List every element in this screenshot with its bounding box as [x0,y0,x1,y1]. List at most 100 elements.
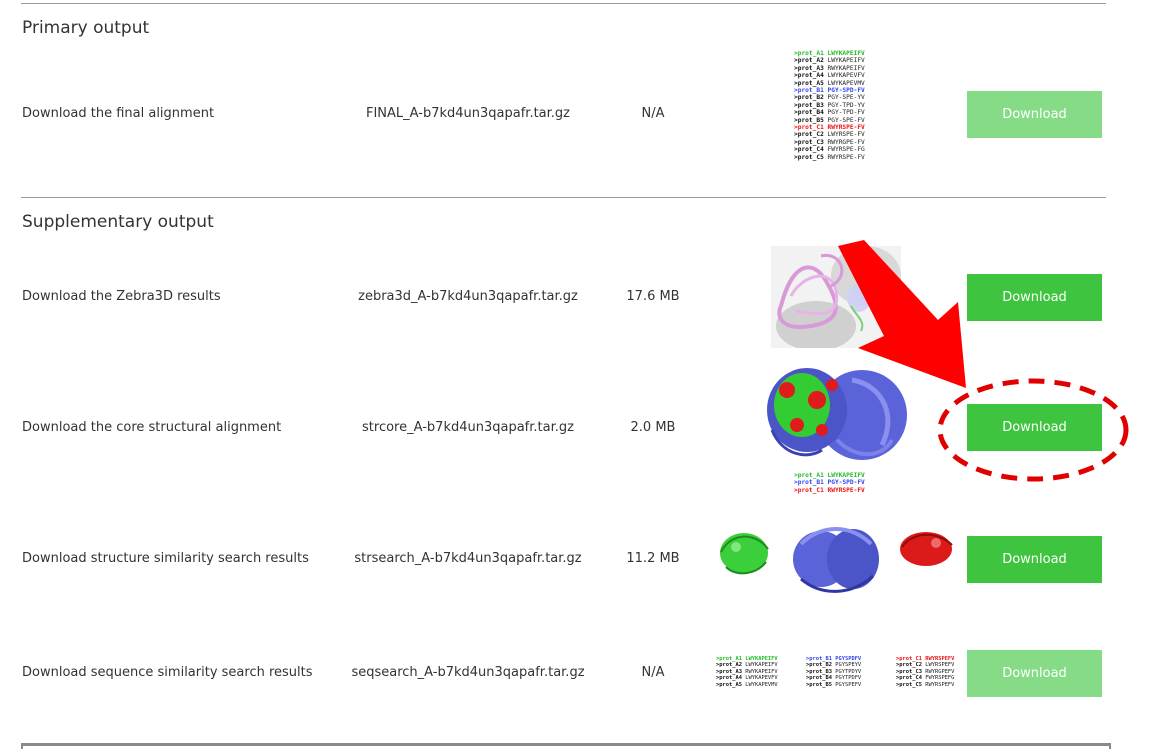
sequence-name: >prot_B1 [806,656,836,662]
sequence-text: PGY-TPD-YV [827,101,865,109]
sequence-text: RWYRGPEFV [925,668,955,675]
sequence-name: >prot_B2 [794,94,828,102]
seqsearch-alignment-line: >prot_A5 LWYKAPEVMV [716,682,778,688]
final-alignment-line: >prot_C2 LWYRSPE-FV [794,131,865,138]
seqsearch-alignment-c: >prot_C1 RWYRSPEFV >prot_C2 LWYRSPEFV >pro… [896,656,954,688]
sequence-text: PGYSPDFV [835,656,862,662]
sequence-text: PGY-SPD-FV [827,479,865,487]
strsearch-download-button[interactable]: Download [967,536,1102,583]
seqsearch-alignment-line: >prot_B5 PGYSPEFV [806,682,861,688]
sequence-text: LWYKAPEVMV [827,79,865,87]
seqsearch-download-button[interactable]: Download [967,650,1102,697]
final-alignment-size: N/A [641,106,665,121]
sequence-name: >prot_A4 [794,72,828,80]
sequence-text: LWYKAPEVFV [745,675,778,682]
sequence-text: PGY-SPE-YV [827,94,865,102]
strcore-alignment-line: >prot_A1 LWYKAPEIFV [794,472,865,479]
final-alignment-preview-image: >prot_A1 LWYKAPEIFV >prot_A2 LWYKAPEIFV >p… [794,50,865,161]
sequence-text: PGY-TPD-FV [827,109,865,117]
sequence-text: RWYRSPEFV [925,656,955,662]
final-alignment-label: Download the final alignment [22,106,215,121]
strsearch-filename: strsearch_A-b7kd4un3qapafr.tar.gz [354,551,582,566]
sequence-name: >prot_B5 [806,681,836,688]
sequence-text: LWYKAPEIFV [827,472,865,479]
final-alignment-filename: FINAL_A-b7kd4un3qapafr.tar.gz [365,106,570,121]
strcore-size: 2.0 MB [630,420,676,435]
sequence-text: LWYKAPEIFV [827,57,865,65]
sequence-name: >prot_C4 [794,146,828,154]
sequence-name: >prot_B4 [806,675,836,682]
final-alignment-line: >prot_C4 FWYRSPE-FG [794,146,865,153]
sequence-text: PGYSPEYV [835,662,862,669]
sequence-name: >prot_C3 [794,138,828,146]
seqsearch-alignment-a: >prot_A1 LWYKAPEIFV >prot_A2 LWYKAPEIFV >p… [716,656,778,688]
seqsearch-alignment-line: >prot_C5 RWYRSPEFV [896,682,954,688]
seqsearch-size: N/A [641,665,665,680]
seqsearch-label: Download sequence similarity search resu… [22,665,313,680]
strcore-filename: strcore_A-b7kd4un3qapafr.tar.gz [362,420,574,435]
strcore-label: Download the core structural alignment [22,420,282,435]
sequence-name: >prot_C2 [896,662,926,669]
sequence-name: >prot_B5 [794,116,828,124]
seqsearch-alignment-b: >prot_B1 PGYSPDFV >prot_B2 PGYSPEYV >prot_… [806,656,861,688]
sequence-name: >prot_C1 [896,656,926,662]
sequence-text: LWYKAPEVFV [827,72,865,80]
sequence-text: PGYTPDFV [835,675,862,682]
final-alignment-line: >prot_C1 RWYRSPE-FV [794,124,865,131]
strsearch-structure-blue-image [793,527,879,593]
sequence-text: RWYRSPE-FV [827,124,865,132]
sequence-text: RWYRGPE-FV [827,138,865,146]
final-alignment-download-button[interactable]: Download [967,91,1102,138]
sequence-name: >prot_B2 [806,662,836,669]
sequence-name: >prot_A1 [794,50,828,57]
dashed-ellipse-annotation [937,378,1129,482]
sequence-name: >prot_A5 [794,79,828,87]
seqsearch-filename: seqsearch_A-b7kd4un3qapafr.tar.gz [351,665,585,680]
zebra3d-size: 17.6 MB [626,289,680,304]
final-alignment-line: >prot_A2 LWYKAPEIFV [794,57,865,64]
sequence-text: PGY-SPD-FV [827,87,865,95]
final-alignment-line: >prot_A4 LWYKAPEVFV [794,72,865,79]
sequence-name: >prot_C5 [896,681,926,688]
sequence-name: >prot_B3 [806,668,836,675]
sequence-name: >prot_A4 [716,675,746,682]
final-alignment-line: >prot_B1 PGY-SPD-FV [794,87,865,94]
supplementary-section-title: Supplementary output [22,212,214,232]
sequence-text: RWYRSPE-FV [827,153,865,161]
strcore-alignment-line: >prot_C1 RWYRSPE-FV [794,487,865,494]
sequence-name: >prot_C2 [794,131,828,139]
strcore-alignment-preview: >prot_A1 LWYKAPEIFV >prot_B1 PGY-SPD-FV >p… [794,472,865,494]
final-alignment-line: >prot_B3 PGY-TPD-YV [794,102,865,109]
sequence-text: RWYRSPEFV [925,681,955,688]
strcore-alignment-line: >prot_B1 PGY-SPD-FV [794,479,865,486]
sequence-name: >prot_B4 [794,109,828,117]
sequence-name: >prot_A2 [716,662,746,669]
sequence-text: LWYKAPEIFV [745,662,778,669]
sequence-text: RWYKAPEIFV [827,64,865,72]
final-alignment-line: >prot_B2 PGY-SPE-YV [794,94,865,101]
final-alignment-line: >prot_A5 LWYKAPEVMV [794,80,865,87]
final-alignment-line: >prot_C5 RWYRSPE-FV [794,154,865,161]
sequence-text: FWYRSPEFG [925,675,955,682]
sequence-name: >prot_B3 [794,101,828,109]
sequence-text: LWYKAPEVMV [745,681,778,688]
bottom-panel-edge [21,743,1111,749]
strsearch-structure-green-image [720,533,769,575]
sequence-text: LWYKAPEIFV [827,50,865,57]
sequence-text: PGY-SPE-FV [827,116,865,124]
sequence-name: >prot_B1 [794,479,828,487]
sequence-name: >prot_B1 [794,87,828,95]
strsearch-size: 11.2 MB [626,551,680,566]
top-divider [21,3,1106,4]
section-divider [21,197,1106,198]
sequence-name: >prot_A3 [716,668,746,675]
sequence-name: >prot_C4 [896,675,926,682]
sequence-name: >prot_C1 [794,124,828,132]
sequence-name: >prot_A3 [794,64,828,72]
sequence-name: >prot_A1 [794,472,828,479]
sequence-name: >prot_A5 [716,681,746,688]
zebra3d-label: Download the Zebra3D results [22,289,221,304]
sequence-text: PGYSPEFV [835,681,862,688]
sequence-text: LWYRSPE-FV [827,131,865,139]
sequence-name: >prot_A1 [716,656,746,662]
